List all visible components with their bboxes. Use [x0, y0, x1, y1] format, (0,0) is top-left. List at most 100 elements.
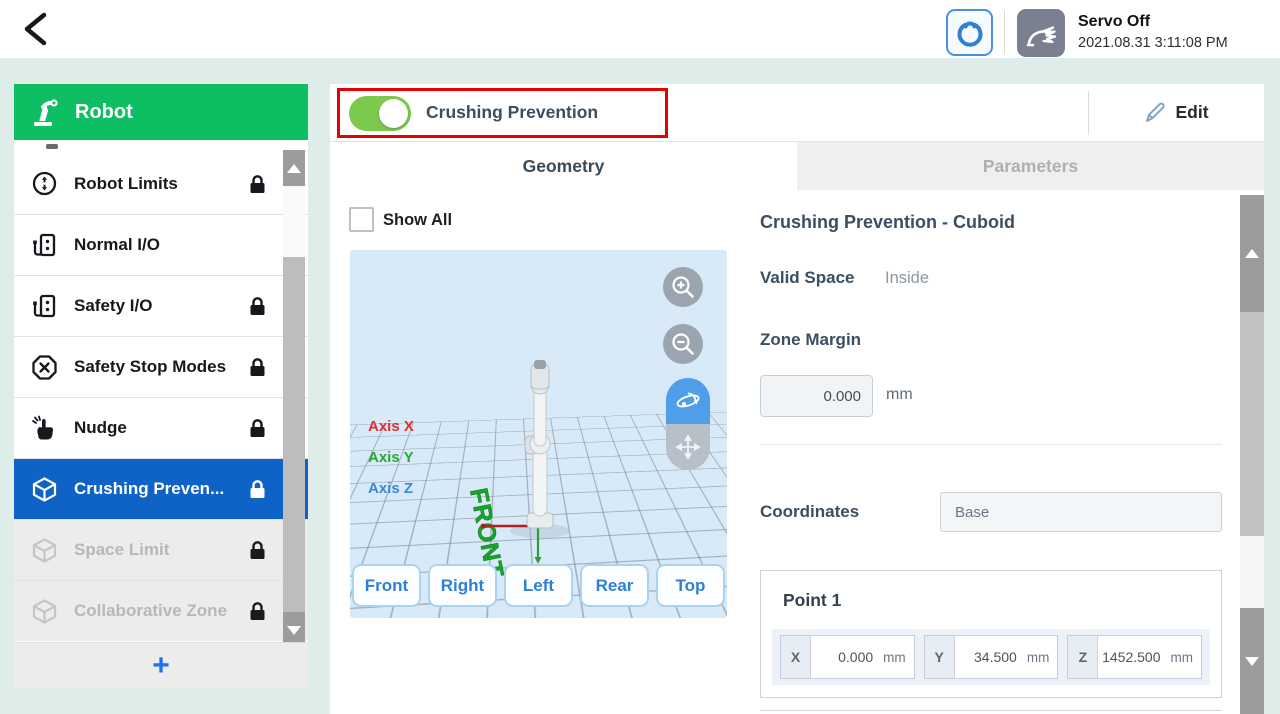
sidebar-item-safety-stop-modes[interactable]: Safety Stop Modes [14, 336, 308, 397]
view-button-label: Rear [596, 576, 634, 595]
show-all-checkbox[interactable] [349, 207, 374, 232]
zoom-in-button[interactable] [663, 267, 703, 307]
view-top-button[interactable]: Top [656, 564, 725, 607]
tab-geometry[interactable]: Geometry [330, 142, 797, 190]
sidebar-item-partial [14, 140, 308, 153]
point1-title: Point 1 [783, 590, 841, 611]
axis-label: Z [1068, 636, 1098, 678]
feature-header-row: Crushing Prevention Edit [330, 84, 1264, 142]
rotate-view-button[interactable] [666, 378, 710, 424]
point1-x-field[interactable]: X 0.000 mm [780, 635, 915, 679]
orbit-rotate-icon [674, 388, 702, 414]
triangle-down-icon [287, 626, 301, 635]
toggle-knob [379, 99, 408, 128]
sidebar-item-collaborative-zone[interactable]: Collaborative Zone [14, 580, 308, 641]
edit-button-label: Edit [1175, 102, 1208, 123]
tab-label: Geometry [523, 156, 605, 177]
view-left-button[interactable]: Left [504, 564, 573, 607]
point1-coords-strip: X 0.000 mm Y 34.500 mm Z 1452.500 mm [772, 629, 1210, 685]
magnifier-plus-icon [670, 274, 696, 300]
sidebar-item-safety-io[interactable]: Safety I/O [14, 275, 308, 336]
coord-value: 34.500 [955, 636, 1024, 678]
axis-label: X [781, 636, 811, 678]
coordinates-label: Coordinates [760, 502, 859, 522]
view-front-button[interactable]: Front [352, 564, 421, 607]
robot-mode-button[interactable] [946, 9, 993, 56]
details-scroll-up-button[interactable] [1240, 195, 1264, 312]
zone-margin-label: Zone Margin [760, 330, 861, 350]
sidebar-title: Robot [75, 101, 133, 124]
view-buttons: Front Right Left Rear Top [352, 564, 725, 607]
sidebar-item-label: Robot Limits [74, 174, 178, 194]
zone-margin-input[interactable] [760, 375, 873, 417]
triangle-down-icon [1245, 657, 1259, 666]
sidebar-scrollbar[interactable] [283, 150, 305, 648]
pencil-icon [1144, 102, 1166, 124]
feature-title: Crushing Prevention [426, 102, 598, 123]
zoom-out-button[interactable] [663, 324, 703, 364]
crushing-prevention-toggle[interactable] [349, 96, 411, 131]
details-scroll-thumb[interactable] [1240, 312, 1264, 536]
point1-z-field[interactable]: Z 1452.500 mm [1067, 635, 1202, 679]
robot-joint-icon [955, 17, 985, 49]
servo-status-title: Servo Off [1078, 13, 1228, 31]
pan-view-button[interactable] [666, 424, 710, 470]
triangle-up-icon [287, 164, 301, 173]
view-right-button[interactable]: Right [428, 564, 497, 607]
details-scroll-down-button[interactable] [1240, 608, 1264, 714]
sidebar-scroll-up-button[interactable] [283, 150, 305, 186]
lock-icon [249, 296, 266, 316]
details-scrollbar[interactable] [1240, 195, 1264, 714]
triangle-up-icon [1245, 249, 1259, 258]
view-button-label: Top [676, 576, 706, 595]
tab-parameters[interactable]: Parameters [797, 142, 1264, 190]
coord-value: 1452.500 [1098, 636, 1167, 678]
sidebar-item-robot-limits[interactable]: Robot Limits [14, 153, 308, 214]
robot-limits-icon [31, 170, 58, 197]
io-port-icon [31, 293, 58, 320]
sidebar-item-normal-io[interactable]: Normal I/O [14, 214, 308, 275]
sidebar-item-label: Safety I/O [74, 296, 152, 316]
back-button[interactable] [16, 10, 54, 50]
sidebar-scroll-thumb[interactable] [283, 257, 305, 612]
coord-unit: mm [880, 636, 914, 678]
edit-button[interactable]: Edit [1089, 84, 1264, 141]
sidebar-item-label: Collaborative Zone [74, 601, 227, 621]
pan-arrows-icon [675, 434, 701, 460]
axis-x-end [481, 524, 486, 529]
sidebar-list: Robot Limits Normal I/O [14, 140, 308, 642]
robot-arm [525, 360, 553, 528]
coord-unit: mm [1024, 636, 1058, 678]
sidebar-item-label: Crushing Preven... [74, 479, 224, 499]
details-heading: Crushing Prevention - Cuboid [760, 212, 1015, 233]
sidebar: Robot Robot Limits [14, 84, 308, 688]
axis-z-label: Axis Z [368, 480, 413, 497]
nudge-hand-icon [31, 415, 58, 442]
lock-icon [249, 357, 266, 377]
sidebar-scroll-track[interactable] [283, 186, 305, 257]
point1-y-field[interactable]: Y 34.500 mm [924, 635, 1059, 679]
view-control-pill [666, 378, 710, 470]
sidebar-item-crushing-prevention[interactable]: Crushing Preven... [14, 458, 308, 519]
valid-space-label: Valid Space [760, 268, 855, 288]
details-scroll-track[interactable] [1240, 536, 1264, 608]
plus-icon: + [152, 651, 170, 681]
sidebar-item-nudge[interactable]: Nudge [14, 397, 308, 458]
sidebar-item-space-limit[interactable]: Space Limit [14, 519, 308, 580]
io-port-icon [31, 232, 58, 259]
sidebar-item-label: Nudge [74, 418, 127, 438]
lock-icon [249, 479, 266, 499]
show-all-label: Show All [383, 211, 452, 230]
coordinates-select[interactable]: Base [940, 492, 1222, 532]
zone-margin-unit: mm [886, 386, 913, 404]
lock-icon [249, 418, 266, 438]
sidebar-add-button[interactable]: + [14, 642, 308, 688]
lock-icon [249, 540, 266, 560]
3d-viewer[interactable]: FRONT Axis X Axis Y Axis Z [350, 250, 727, 618]
view-rear-button[interactable]: Rear [580, 564, 649, 607]
magnifier-minus-icon [670, 331, 696, 357]
axis-z-arrow [535, 557, 542, 564]
servo-status: Servo Off 2021.08.31 3:11:08 PM [1078, 13, 1228, 51]
valid-space-value: Inside [885, 269, 929, 288]
tab-label: Parameters [983, 156, 1078, 177]
